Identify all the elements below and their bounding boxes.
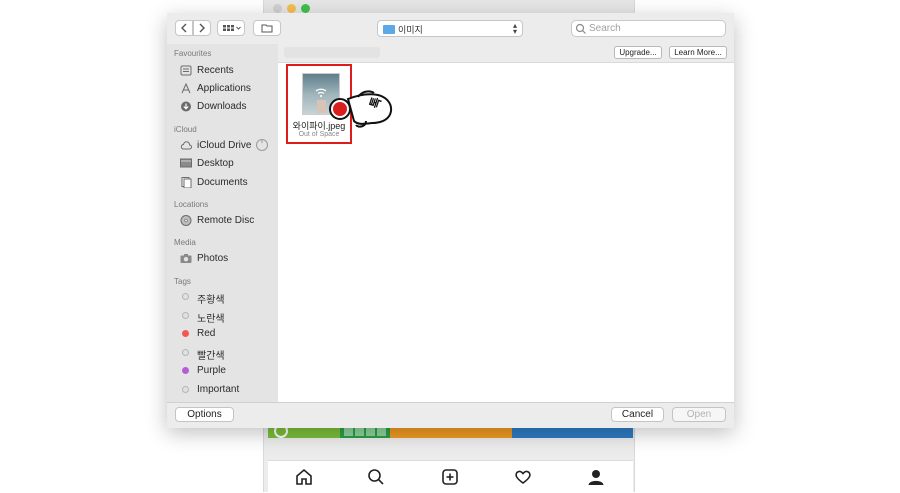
section-tags: Tags: [174, 277, 191, 286]
new-folder-button[interactable]: [253, 20, 281, 36]
window-minimize-button[interactable]: [287, 4, 296, 13]
section-media: Media: [174, 238, 196, 247]
location-label: 이미지: [398, 25, 423, 35]
folder-icon: [383, 25, 395, 34]
applications-icon: [181, 83, 191, 94]
sidebar-item-label: 주황색: [197, 295, 225, 306]
chevron-right-icon: [199, 23, 205, 33]
sidebar-item-remote-disc[interactable]: Remote Disc: [180, 213, 275, 229]
search-field[interactable]: Search: [571, 20, 726, 37]
filter-bar: Upgrade... Learn More...: [278, 44, 734, 63]
new-folder-icon: [261, 24, 273, 33]
options-button[interactable]: Options: [175, 407, 234, 422]
tag-dot-icon: [182, 330, 189, 337]
sidebar-item-label: Photos: [197, 253, 229, 264]
section-locations: Locations: [174, 200, 209, 209]
search-icon[interactable]: [366, 467, 386, 487]
sidebar-item-label: Applications: [197, 83, 251, 94]
icloud-drive-icon: [180, 141, 192, 150]
view-mode-button[interactable]: [217, 20, 245, 36]
sidebar-tag-purple[interactable]: Purple: [180, 363, 275, 379]
sidebar: Favourites Recents Applications Download…: [167, 44, 279, 402]
downloads-icon: [181, 101, 191, 112]
sidebar-item-icloud-drive[interactable]: iCloud Drive: [180, 138, 275, 154]
updown-chevron-icon: ▴ ▾: [512, 21, 517, 36]
sidebar-item-label: 노란색: [197, 314, 225, 325]
progress-ring-icon: [256, 139, 268, 151]
sidebar-tag-orange[interactable]: 주황색: [180, 289, 275, 306]
section-icloud: iCloud: [174, 125, 197, 134]
bottom-tab-bar: [268, 460, 633, 493]
documents-icon: [181, 177, 192, 188]
sidebar-item-label: Red: [197, 328, 216, 339]
sidebar-item-label: iCloud Drive: [197, 140, 252, 151]
tag-dot-icon: [182, 386, 189, 393]
tag-dot-icon: [182, 349, 189, 356]
sidebar-item-photos[interactable]: Photos: [180, 251, 275, 267]
sidebar-item-label: Documents: [197, 177, 248, 188]
camera-icon: [180, 254, 192, 263]
file-browser: Upgrade... Learn More... 와이파이.jpeg Out o…: [278, 44, 734, 402]
forward-button[interactable]: [193, 20, 211, 36]
tag-dot-icon: [182, 312, 189, 319]
learn-more-button[interactable]: Learn More...: [669, 46, 727, 59]
recents-icon: [180, 65, 192, 76]
sidebar-item-label: Downloads: [197, 101, 247, 112]
profile-icon[interactable]: [586, 467, 606, 487]
window-close-button[interactable]: [273, 4, 282, 13]
section-favourites: Favourites: [174, 49, 212, 58]
sidebar-item-downloads[interactable]: Downloads: [180, 99, 275, 115]
sidebar-item-label: Purple: [197, 365, 226, 376]
upgrade-button[interactable]: Upgrade...: [614, 46, 662, 59]
sidebar-tag-important[interactable]: Important: [180, 382, 275, 398]
open-button[interactable]: Open: [672, 407, 726, 422]
sidebar-item-label: Remote Disc: [197, 215, 255, 226]
home-icon[interactable]: [294, 467, 314, 487]
sidebar-tag-red-korean[interactable]: 빨간색: [180, 345, 275, 362]
sidebar-item-recents[interactable]: Recents: [180, 63, 275, 79]
sidebar-item-applications[interactable]: Applications: [180, 81, 275, 97]
desktop-icon: [180, 158, 192, 168]
tap-hand-cursor-icon: 톡: [329, 90, 393, 128]
remote-disc-icon: [180, 215, 192, 226]
sidebar-item-label: 빨간색: [197, 351, 225, 362]
dialog-toolbar: 이미지 ▴ ▾ Search: [167, 13, 734, 44]
sidebar-item-label: Recents: [197, 65, 234, 76]
dialog-footer: Options Cancel Open: [167, 402, 734, 428]
icon-view-icon: [223, 25, 241, 31]
chevron-left-icon: [181, 23, 187, 33]
tag-dot-icon: [182, 367, 189, 374]
location-popup[interactable]: 이미지 ▴ ▾: [377, 20, 523, 37]
back-button[interactable]: [175, 20, 193, 36]
window-maximize-button[interactable]: [301, 4, 310, 13]
search-placeholder: Search: [589, 23, 621, 34]
file-open-dialog: 이미지 ▴ ▾ Search Favourites Recents Applica…: [167, 13, 734, 428]
search-icon: [575, 23, 586, 34]
add-post-icon[interactable]: [440, 467, 460, 487]
file-subtitle: Out of Space: [298, 131, 340, 138]
sidebar-item-desktop[interactable]: Desktop: [180, 156, 275, 172]
cancel-button[interactable]: Cancel: [611, 407, 664, 422]
sidebar-item-documents[interactable]: Documents: [180, 175, 275, 191]
sidebar-tag-yellow[interactable]: 노란색: [180, 308, 275, 325]
tag-dot-icon: [182, 293, 189, 300]
sidebar-tag-red[interactable]: Red: [180, 326, 275, 342]
heart-icon[interactable]: [513, 467, 533, 487]
sidebar-item-label: Important: [197, 384, 240, 395]
sidebar-item-label: Desktop: [197, 158, 234, 169]
filter-placeholder: [284, 47, 380, 58]
